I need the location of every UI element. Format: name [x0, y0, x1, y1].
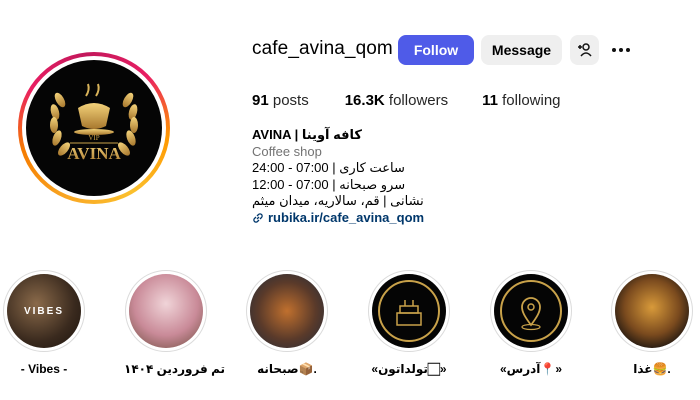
highlight-farvardin[interactable]: تم فروردین ۱۴۰۴	[124, 270, 226, 376]
bio-link[interactable]: rubika.ir/cafe_avina_qom	[252, 210, 552, 227]
highlight-label: - Vibes -	[20, 362, 68, 376]
message-button[interactable]: Message	[481, 35, 562, 65]
profile-bio: AVINA | کافه آوینا Coffee shop ساعت کاری…	[252, 127, 552, 226]
highlight-label: «تولداتون🏻»	[371, 362, 447, 376]
bio-name: AVINA | کافه آوینا	[252, 127, 362, 142]
suggest-users-button[interactable]	[570, 35, 599, 65]
highlight-food[interactable]: غذا🍔.	[610, 270, 694, 376]
follow-button[interactable]: Follow	[398, 35, 474, 65]
bio-breakfast: سرو صبحانه | 07:00 - 12:00	[252, 176, 406, 192]
highlight-cover	[615, 274, 689, 348]
avatar-logo-small: VIP	[88, 134, 99, 142]
followers-count: 16.3K	[344, 92, 385, 109]
highlight-vibes[interactable]: VIBES - Vibes -	[2, 270, 86, 376]
highlight-label: تم فروردین ۱۴۰۴	[124, 362, 226, 376]
profile-avatar[interactable]: VIP AVINA	[18, 52, 170, 204]
highlight-breakfast[interactable]: صبحانه📦.	[245, 270, 329, 376]
followers-label: followers	[388, 92, 449, 109]
posts-stat: 91 posts	[252, 92, 309, 109]
ellipsis-icon-dot	[612, 48, 616, 52]
location-pin-icon	[500, 280, 562, 342]
following-count: 11	[482, 92, 498, 109]
bio-link-text: rubika.ir/cafe_avina_qom	[268, 209, 425, 225]
avatar-logo-text: AVINA	[67, 144, 121, 163]
highlight-ring	[611, 270, 693, 352]
posts-label: posts	[272, 92, 309, 109]
highlight-label: «آدرس📍»	[499, 362, 563, 376]
highlight-birthday[interactable]: «تولداتون🏻»	[367, 270, 451, 377]
highlight-ring	[368, 270, 450, 352]
ellipsis-icon-dot	[619, 48, 623, 52]
highlight-overlay-text: VIBES	[23, 305, 64, 317]
highlight-cover	[129, 274, 203, 348]
avatar-gap: VIP AVINA	[22, 56, 166, 200]
following-label: following	[502, 92, 561, 109]
avina-logo-graphic: VIP AVINA	[50, 83, 138, 163]
profile-stats: 91 posts 16.3K followers 11 following	[252, 92, 561, 109]
avatar-logo: VIP AVINA	[26, 60, 162, 196]
highlight-cover	[250, 274, 324, 348]
highlight-cover: VIBES	[7, 274, 81, 348]
profile-username: cafe_avina_qom	[252, 38, 393, 59]
highlight-ring	[490, 270, 572, 352]
highlight-ring	[125, 270, 207, 352]
highlight-label: غذا🍔.	[633, 362, 671, 376]
followers-stat[interactable]: 16.3K followers	[345, 92, 448, 109]
bio-category: Coffee shop	[252, 143, 322, 159]
cake-icon	[378, 280, 440, 342]
link-icon	[253, 213, 263, 223]
ellipsis-icon-dot	[626, 48, 630, 52]
highlight-ring: VIBES	[3, 270, 85, 352]
person-plus-icon	[577, 43, 592, 57]
highlight-ring	[246, 270, 328, 352]
bio-hours: ساعت کاری | 07:00 - 24:00	[252, 160, 405, 175]
highlight-label: صبحانه📦.	[257, 362, 317, 376]
more-options-button[interactable]	[609, 40, 633, 60]
highlight-address[interactable]: «آدرس📍»	[489, 270, 573, 376]
highlight-cover	[494, 274, 568, 348]
following-stat[interactable]: 11 following	[482, 92, 560, 109]
posts-count: 91	[252, 92, 269, 109]
highlight-cover	[372, 274, 446, 348]
bio-address: نشانی | قم، سالاریه، میدان میثم	[252, 193, 424, 208]
